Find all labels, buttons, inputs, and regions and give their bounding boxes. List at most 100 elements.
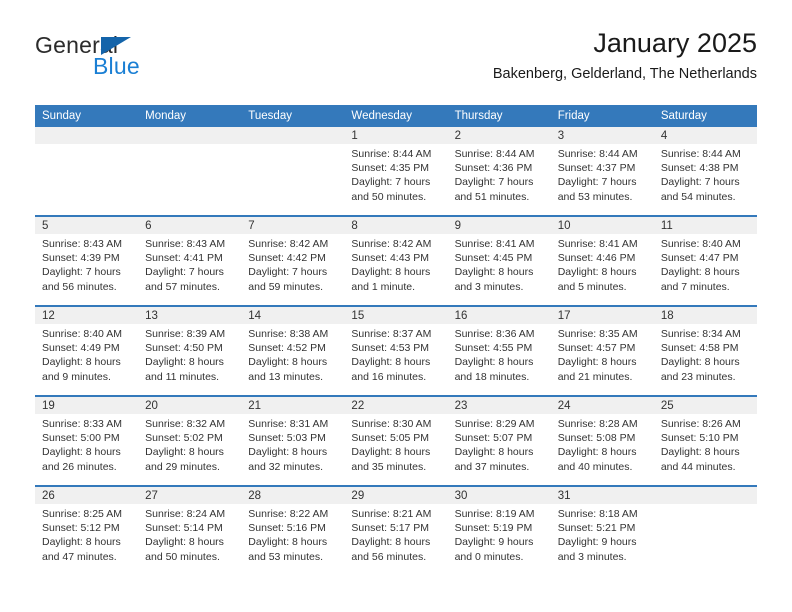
daylight-text-line1: Daylight: 8 hours — [42, 536, 121, 549]
sunrise-text: Sunrise: 8:43 AM — [42, 238, 122, 250]
daylight-text-line1: Daylight: 9 hours — [454, 536, 534, 549]
calendar-day-cell[interactable]: 2 Sunrise: 8:44 AM Sunset: 4:36 PM Daylight… — [447, 127, 551, 216]
day-cell-empty — [138, 127, 242, 215]
daylight-text-line1: Daylight: 8 hours — [351, 356, 431, 369]
day-cell-23: 23 Sunrise: 8:29 AM Sunset: 5:07 PM Dayligh… — [447, 397, 551, 485]
calendar-day-cell[interactable]: 10 Sunrise: 8:41 AM Sunset: 4:46 PM Dayligh… — [550, 215, 654, 306]
calendar-day-cell[interactable]: 18 Sunrise: 8:34 AM Sunset: 4:58 PM Dayligh… — [653, 305, 757, 396]
calendar-day-cell[interactable]: 24 Sunrise: 8:28 AM Sunset: 5:08 PM Dayligh… — [550, 395, 654, 486]
daylight-text-line2: and 59 minutes. — [248, 280, 323, 293]
calendar-day-cell[interactable]: 28 Sunrise: 8:22 AM Sunset: 5:16 PM Dayligh… — [241, 485, 345, 575]
calendar-day-cell[interactable] — [138, 127, 242, 216]
title-block: January 2025 Bakenberg, Gelderland, The … — [493, 28, 757, 82]
calendar-day-cell[interactable]: 9 Sunrise: 8:41 AM Sunset: 4:45 PM Daylight… — [447, 215, 551, 306]
daylight-text-line1: Daylight: 8 hours — [248, 536, 328, 549]
day-number: 19 — [35, 397, 139, 414]
calendar-day-cell[interactable]: 1 Sunrise: 8:44 AM Sunset: 4:35 PM Daylight… — [344, 127, 448, 216]
calendar-day-cell[interactable]: 3 Sunrise: 8:44 AM Sunset: 4:37 PM Daylight… — [550, 127, 654, 216]
sunrise-text: Sunrise: 8:44 AM — [557, 148, 638, 160]
calendar-day-cell[interactable]: 7 Sunrise: 8:42 AM Sunset: 4:42 PM Daylight… — [241, 215, 345, 306]
calendar-day-cell[interactable]: 13 Sunrise: 8:39 AM Sunset: 4:50 PM Dayligh… — [138, 305, 242, 396]
day-cell-25: 25 Sunrise: 8:26 AM Sunset: 5:10 PM Dayligh… — [653, 397, 757, 485]
day-number: 25 — [653, 397, 757, 414]
daylight-text-line2: and 0 minutes. — [454, 550, 524, 563]
daylight-text-line2: and 29 minutes. — [145, 460, 220, 473]
sunset-text: Sunset: 4:38 PM — [660, 162, 739, 175]
sunrise-text: Sunrise: 8:28 AM — [557, 418, 638, 430]
calendar-day-cell[interactable]: 6 Sunrise: 8:43 AM Sunset: 4:41 PM Daylight… — [138, 215, 242, 306]
calendar-day-cell[interactable] — [35, 127, 139, 216]
sunrise-text: Sunrise: 8:43 AM — [145, 238, 226, 250]
page-header: General Blue January 2025 Bakenberg, Gel… — [35, 28, 757, 98]
calendar-day-cell[interactable]: 30 Sunrise: 8:19 AM Sunset: 5:19 PM Dayligh… — [447, 485, 551, 575]
day-cell-29: 29 Sunrise: 8:21 AM Sunset: 5:17 PM Dayligh… — [344, 487, 448, 575]
daylight-text-line2: and 13 minutes. — [248, 370, 323, 383]
calendar-day-cell[interactable]: 22 Sunrise: 8:30 AM Sunset: 5:05 PM Dayligh… — [344, 395, 448, 486]
day-cell-22: 22 Sunrise: 8:30 AM Sunset: 5:05 PM Dayligh… — [344, 397, 448, 485]
sunset-text: Sunset: 5:17 PM — [351, 522, 430, 535]
calendar-day-cell[interactable]: 16 Sunrise: 8:36 AM Sunset: 4:55 PM Dayligh… — [447, 305, 551, 396]
calendar-day-cell[interactable]: 27 Sunrise: 8:24 AM Sunset: 5:14 PM Dayligh… — [138, 485, 242, 575]
day-details: Sunrise: 8:44 AM Sunset: 4:36 PM Daylight:… — [448, 144, 551, 204]
calendar-day-cell[interactable]: 25 Sunrise: 8:26 AM Sunset: 5:10 PM Dayligh… — [653, 395, 757, 486]
page-title: January 2025 — [593, 28, 757, 58]
daylight-text-line2: and 23 minutes. — [660, 370, 736, 383]
sunset-text: Sunset: 5:12 PM — [42, 522, 120, 535]
calendar-day-cell[interactable]: 5 Sunrise: 8:43 AM Sunset: 4:39 PM Daylight… — [35, 215, 139, 306]
sunrise-text: Sunrise: 8:19 AM — [454, 508, 535, 520]
sunset-text: Sunset: 4:49 PM — [42, 342, 120, 355]
calendar-day-cell[interactable]: 14 Sunrise: 8:38 AM Sunset: 4:52 PM Dayligh… — [241, 305, 345, 396]
day-cell-24: 24 Sunrise: 8:28 AM Sunset: 5:08 PM Dayligh… — [550, 397, 654, 485]
day-number: 20 — [138, 397, 242, 414]
calendar-day-cell[interactable]: 21 Sunrise: 8:31 AM Sunset: 5:03 PM Dayligh… — [241, 395, 345, 486]
day-details: Sunrise: 8:29 AM Sunset: 5:07 PM Daylight:… — [448, 414, 551, 474]
weekday-header-sunday: Sunday — [35, 105, 139, 127]
sunrise-text: Sunrise: 8:44 AM — [660, 148, 741, 160]
general-blue-logo[interactable]: General Blue — [35, 32, 265, 90]
calendar-day-cell[interactable]: 23 Sunrise: 8:29 AM Sunset: 5:07 PM Dayligh… — [447, 395, 551, 486]
daylight-text-line1: Daylight: 8 hours — [42, 446, 121, 459]
daylight-text-line1: Daylight: 8 hours — [42, 356, 121, 369]
calendar-day-cell[interactable]: 26 Sunrise: 8:25 AM Sunset: 5:12 PM Dayligh… — [35, 485, 139, 575]
calendar-day-cell[interactable] — [241, 127, 345, 216]
day-details: Sunrise: 8:44 AM Sunset: 4:37 PM Daylight:… — [551, 144, 654, 204]
day-cell-11: 11 Sunrise: 8:40 AM Sunset: 4:47 PM Dayligh… — [653, 217, 757, 305]
calendar-day-cell[interactable]: 20 Sunrise: 8:32 AM Sunset: 5:02 PM Dayligh… — [138, 395, 242, 486]
calendar-day-cell[interactable]: 4 Sunrise: 8:44 AM Sunset: 4:38 PM Daylight… — [653, 127, 757, 216]
calendar-day-cell[interactable]: 12 Sunrise: 8:40 AM Sunset: 4:49 PM Dayligh… — [35, 305, 139, 396]
sunset-text: Sunset: 4:53 PM — [351, 342, 430, 355]
sunset-text: Sunset: 4:47 PM — [660, 252, 739, 265]
sunrise-text: Sunrise: 8:42 AM — [248, 238, 329, 250]
day-number — [138, 127, 242, 144]
calendar-day-cell[interactable]: 19 Sunrise: 8:33 AM Sunset: 5:00 PM Dayligh… — [35, 395, 139, 486]
calendar-day-cell[interactable]: 11 Sunrise: 8:40 AM Sunset: 4:47 PM Dayligh… — [653, 215, 757, 306]
day-number: 28 — [241, 487, 345, 504]
sunset-text: Sunset: 4:41 PM — [145, 252, 223, 265]
calendar-day-cell[interactable]: 29 Sunrise: 8:21 AM Sunset: 5:17 PM Dayligh… — [344, 485, 448, 575]
sunset-text: Sunset: 4:46 PM — [557, 252, 636, 265]
day-details: Sunrise: 8:28 AM Sunset: 5:08 PM Daylight:… — [551, 414, 654, 474]
daylight-text-line1: Daylight: 8 hours — [248, 446, 328, 459]
calendar-day-cell[interactable]: 15 Sunrise: 8:37 AM Sunset: 4:53 PM Dayligh… — [344, 305, 448, 396]
sunrise-text: Sunrise: 8:34 AM — [660, 328, 741, 340]
calendar-day-cell[interactable]: 31 Sunrise: 8:18 AM Sunset: 5:21 PM Dayligh… — [550, 485, 654, 575]
sunrise-text: Sunrise: 8:44 AM — [351, 148, 432, 160]
day-details: Sunrise: 8:33 AM Sunset: 5:00 PM Daylight:… — [35, 414, 138, 474]
calendar-day-cell[interactable] — [653, 485, 757, 575]
day-cell-21: 21 Sunrise: 8:31 AM Sunset: 5:03 PM Dayligh… — [241, 397, 345, 485]
daylight-text-line1: Daylight: 8 hours — [145, 536, 224, 549]
weekday-header-wednesday: Wednesday — [344, 105, 448, 127]
sunset-text: Sunset: 4:55 PM — [454, 342, 533, 355]
daylight-text-line2: and 35 minutes. — [351, 460, 427, 473]
sunrise-text: Sunrise: 8:36 AM — [454, 328, 535, 340]
sunrise-text: Sunrise: 8:21 AM — [351, 508, 432, 520]
calendar-day-cell[interactable]: 8 Sunrise: 8:42 AM Sunset: 4:43 PM Daylight… — [344, 215, 448, 306]
daylight-text-line2: and 44 minutes. — [660, 460, 736, 473]
calendar-header-row: Sunday Monday Tuesday Wednesday Thursday… — [35, 105, 757, 127]
calendar-day-cell[interactable]: 17 Sunrise: 8:35 AM Sunset: 4:57 PM Dayligh… — [550, 305, 654, 396]
day-number: 26 — [35, 487, 139, 504]
day-details: Sunrise: 8:30 AM Sunset: 5:05 PM Daylight:… — [344, 414, 447, 474]
day-number: 15 — [344, 307, 448, 324]
day-number: 31 — [550, 487, 654, 504]
day-number: 16 — [447, 307, 551, 324]
